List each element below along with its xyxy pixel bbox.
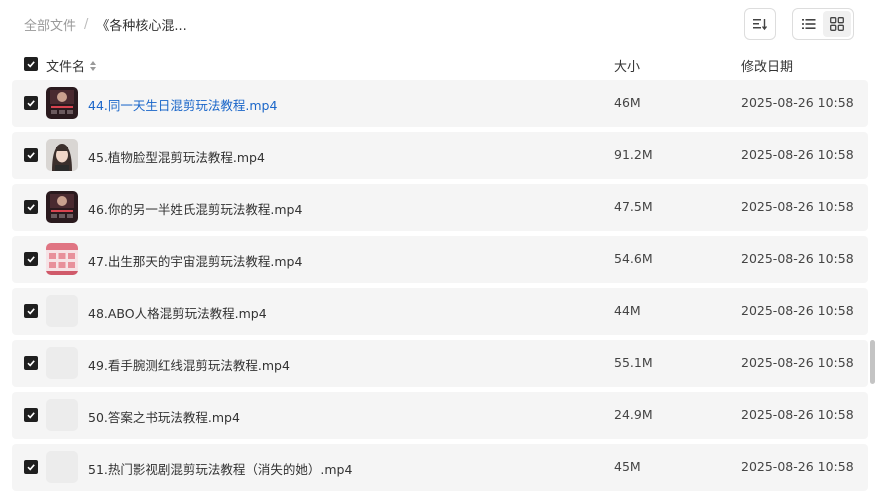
list-view-button[interactable] — [795, 11, 823, 37]
file-row[interactable]: 47.出生那天的宇宙混剪玩法教程.mp4 54.6M 2025-08-26 10:5… — [12, 236, 868, 283]
file-modified-date: 2025-08-26 10:58 — [741, 95, 854, 110]
check-icon — [27, 464, 35, 471]
check-icon — [27, 360, 35, 367]
check-icon — [27, 61, 35, 68]
file-size: 44M — [614, 303, 641, 318]
file-modified-date: 2025-08-26 10:58 — [741, 251, 854, 266]
file-size: 24.9M — [614, 407, 653, 422]
file-size: 46M — [614, 95, 641, 110]
breadcrumb-current: 《各种核心混... — [96, 19, 187, 34]
file-row[interactable]: 46.你的另一半姓氏混剪玩法教程.mp4 47.5M 2025-08-26 10:5… — [12, 184, 868, 231]
file-size: 91.2M — [614, 147, 653, 162]
video-thumbnail[interactable] — [46, 191, 78, 223]
breadcrumb: 全部文件 / 《各种核心混... — [24, 15, 187, 34]
breadcrumb-separator: / — [84, 17, 89, 32]
column-header-name-label: 文件名 — [46, 60, 86, 75]
row-checkbox[interactable] — [24, 356, 38, 370]
file-name[interactable]: 46.你的另一半姓氏混剪玩法教程.mp4 — [88, 199, 302, 218]
list-header: 文件名 大小 修改日期 — [12, 48, 868, 80]
row-checkbox[interactable] — [24, 304, 38, 318]
file-size: 45M — [614, 459, 641, 474]
video-thumbnail[interactable] — [46, 347, 78, 379]
file-row[interactable]: 50.答案之书玩法教程.mp4 24.9M 2025-08-26 10:58 — [12, 392, 868, 439]
check-icon — [27, 204, 35, 211]
file-row[interactable]: 48.ABO人格混剪玩法教程.mp4 44M 2025-08-26 10:58 — [12, 288, 868, 335]
sort-arrows-icon — [89, 60, 97, 72]
grid-view-button[interactable] — [823, 11, 851, 37]
file-modified-date: 2025-08-26 10:58 — [741, 147, 854, 162]
file-name[interactable]: 48.ABO人格混剪玩法教程.mp4 — [88, 303, 267, 322]
file-size: 47.5M — [614, 199, 653, 214]
file-row[interactable]: 51.热门影视剧混剪玩法教程（消失的她）.mp4 45M 2025-08-26 10… — [12, 444, 868, 491]
grid-view-icon — [830, 17, 844, 31]
file-modified-date: 2025-08-26 10:58 — [741, 355, 854, 370]
row-checkbox[interactable] — [24, 148, 38, 162]
breadcrumb-root[interactable]: 全部文件 — [24, 15, 76, 34]
video-thumbnail[interactable] — [46, 243, 78, 275]
file-modified-date: 2025-08-26 10:58 — [741, 199, 854, 214]
file-name[interactable]: 44.同一天生日混剪玩法教程.mp4 — [88, 95, 277, 114]
view-toggle — [792, 8, 854, 40]
file-size: 55.1M — [614, 355, 653, 370]
list-view-icon — [802, 19, 816, 29]
row-checkbox[interactable] — [24, 460, 38, 474]
row-checkbox[interactable] — [24, 408, 38, 422]
file-size: 54.6M — [614, 251, 653, 266]
video-thumbnail[interactable] — [46, 399, 78, 431]
video-thumbnail[interactable] — [46, 139, 78, 171]
file-name[interactable]: 51.热门影视剧混剪玩法教程（消失的她）.mp4 — [88, 459, 352, 478]
check-icon — [27, 256, 35, 263]
check-icon — [27, 412, 35, 419]
file-name[interactable]: 45.植物脸型混剪玩法教程.mp4 — [88, 147, 265, 166]
scrollbar[interactable] — [870, 340, 875, 384]
select-all-checkbox[interactable] — [24, 57, 38, 71]
file-name[interactable]: 47.出生那天的宇宙混剪玩法教程.mp4 — [88, 251, 302, 270]
row-checkbox[interactable] — [24, 200, 38, 214]
file-row[interactable]: 45.植物脸型混剪玩法教程.mp4 91.2M 2025-08-26 10:58 — [12, 132, 868, 179]
video-thumbnail[interactable] — [46, 295, 78, 327]
file-name[interactable]: 50.答案之书玩法教程.mp4 — [88, 407, 240, 426]
file-modified-date: 2025-08-26 10:58 — [741, 303, 854, 318]
file-modified-date: 2025-08-26 10:58 — [741, 407, 854, 422]
column-header-size[interactable]: 大小 — [614, 56, 640, 75]
sort-list-icon — [753, 19, 768, 31]
file-modified-date: 2025-08-26 10:58 — [741, 459, 854, 474]
video-thumbnail[interactable] — [46, 87, 78, 119]
sort-button[interactable] — [744, 8, 776, 40]
file-name[interactable]: 49.看手腕测红线混剪玩法教程.mp4 — [88, 355, 290, 374]
file-row[interactable]: 49.看手腕测红线混剪玩法教程.mp4 55.1M 2025-08-26 10:58 — [12, 340, 868, 387]
check-icon — [27, 100, 35, 107]
column-header-modified[interactable]: 修改日期 — [741, 56, 793, 75]
column-header-name[interactable]: 文件名 — [46, 56, 97, 75]
file-row[interactable]: 44.同一天生日混剪玩法教程.mp4 46M 2025-08-26 10:58 — [12, 80, 868, 127]
video-thumbnail[interactable] — [46, 451, 78, 483]
top-bar: 全部文件 / 《各种核心混... — [0, 0, 878, 48]
check-icon — [27, 152, 35, 159]
check-icon — [27, 308, 35, 315]
row-checkbox[interactable] — [24, 252, 38, 266]
row-checkbox[interactable] — [24, 96, 38, 110]
